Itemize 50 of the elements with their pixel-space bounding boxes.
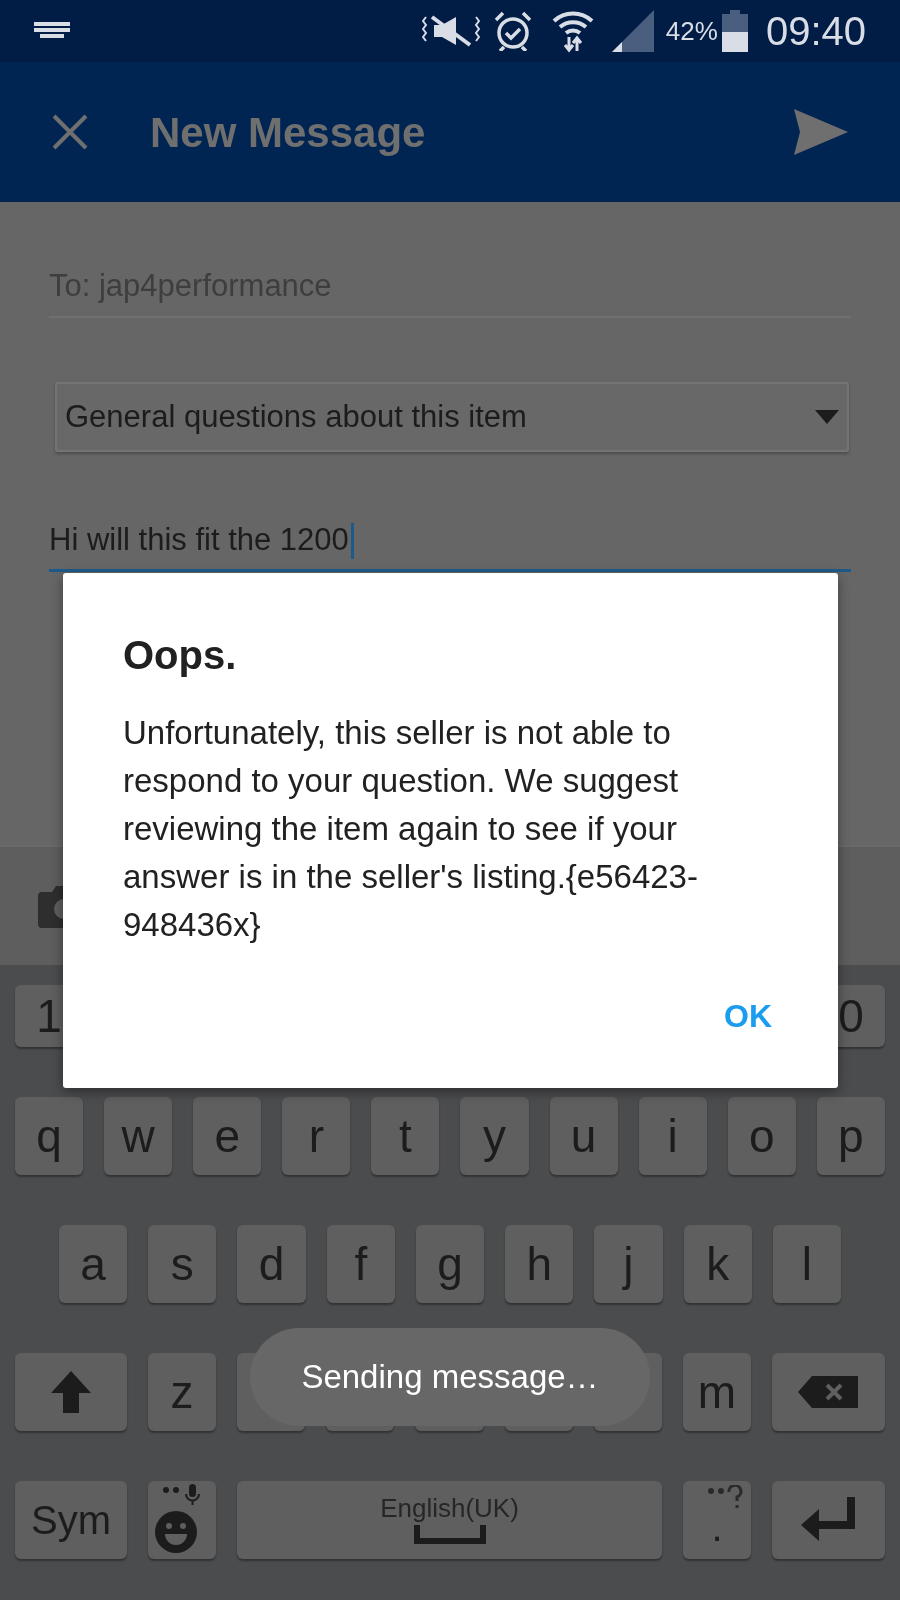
sending-toast: Sending message…: [250, 1328, 650, 1426]
keyboard-key[interactable]: f: [326, 1225, 395, 1303]
shift-key[interactable]: [15, 1353, 127, 1431]
alarm-icon: [493, 11, 532, 51]
keyboard-key[interactable]: d: [237, 1225, 306, 1303]
signal-icon: [611, 10, 654, 52]
ok-button[interactable]: OK: [708, 982, 788, 1050]
keyboard-key[interactable]: l: [772, 1225, 841, 1303]
keyboard-key[interactable]: z: [148, 1353, 217, 1431]
backspace-key[interactable]: [772, 1353, 885, 1431]
keyboard-key[interactable]: u: [549, 1097, 618, 1175]
close-icon[interactable]: [52, 114, 88, 150]
keyboard-key[interactable]: s: [148, 1225, 217, 1303]
shift-arrow-icon: [49, 1369, 93, 1415]
keyboard-key[interactable]: q: [15, 1097, 84, 1175]
keyboard-key[interactable]: g: [415, 1225, 485, 1303]
language-label: English(UK): [380, 1495, 519, 1521]
dialog-message: Unfortunately, this seller is not able to respond to your question. We suggest reviewing the item again to see if your answer is in the seller's listing.{e56423-948436x}: [123, 713, 699, 945]
keyboard-key[interactable]: r: [282, 1097, 351, 1175]
keyboard-key[interactable]: k: [683, 1225, 752, 1303]
wifi-icon: [551, 9, 594, 53]
battery-icon: [721, 10, 748, 52]
keyboard-key[interactable]: a: [59, 1225, 128, 1303]
dropdown-caret-icon: [815, 410, 839, 424]
space-key[interactable]: English(UK): [237, 1481, 662, 1559]
keyboard-key[interactable]: p: [816, 1097, 885, 1175]
keyboard-key[interactable]: m: [682, 1353, 751, 1431]
keyboard-key[interactable]: j: [594, 1225, 663, 1303]
keyboard-key[interactable]: e: [193, 1097, 262, 1175]
battery-percent: 42%: [665, 14, 718, 48]
keyboard-key[interactable]: h: [505, 1225, 574, 1303]
keyboard-key[interactable]: w: [104, 1097, 173, 1175]
space-bar-icon: [413, 1525, 486, 1545]
clock-time: 09:40: [765, 8, 866, 55]
keyboard-key[interactable]: y: [460, 1097, 529, 1175]
enter-key[interactable]: [772, 1481, 885, 1559]
punctuation-hint-icon: [705, 1485, 745, 1509]
keyboard-key[interactable]: o: [727, 1097, 796, 1175]
keyboard-key[interactable]: i: [638, 1097, 707, 1175]
screen-title: New Message: [150, 107, 426, 158]
dialog-title: Oops.: [123, 632, 238, 679]
emoji-key[interactable]: [148, 1481, 216, 1559]
topic-dropdown[interactable]: General questions about this item: [55, 382, 849, 452]
sym-key[interactable]: Sym: [15, 1481, 127, 1559]
keyboard-key[interactable]: t: [371, 1097, 440, 1175]
send-icon[interactable]: [794, 109, 848, 155]
enter-arrow-icon: [800, 1497, 857, 1543]
backspace-icon: [798, 1376, 859, 1408]
keyboard-icon: [34, 22, 70, 40]
period-key[interactable]: .: [683, 1481, 751, 1559]
